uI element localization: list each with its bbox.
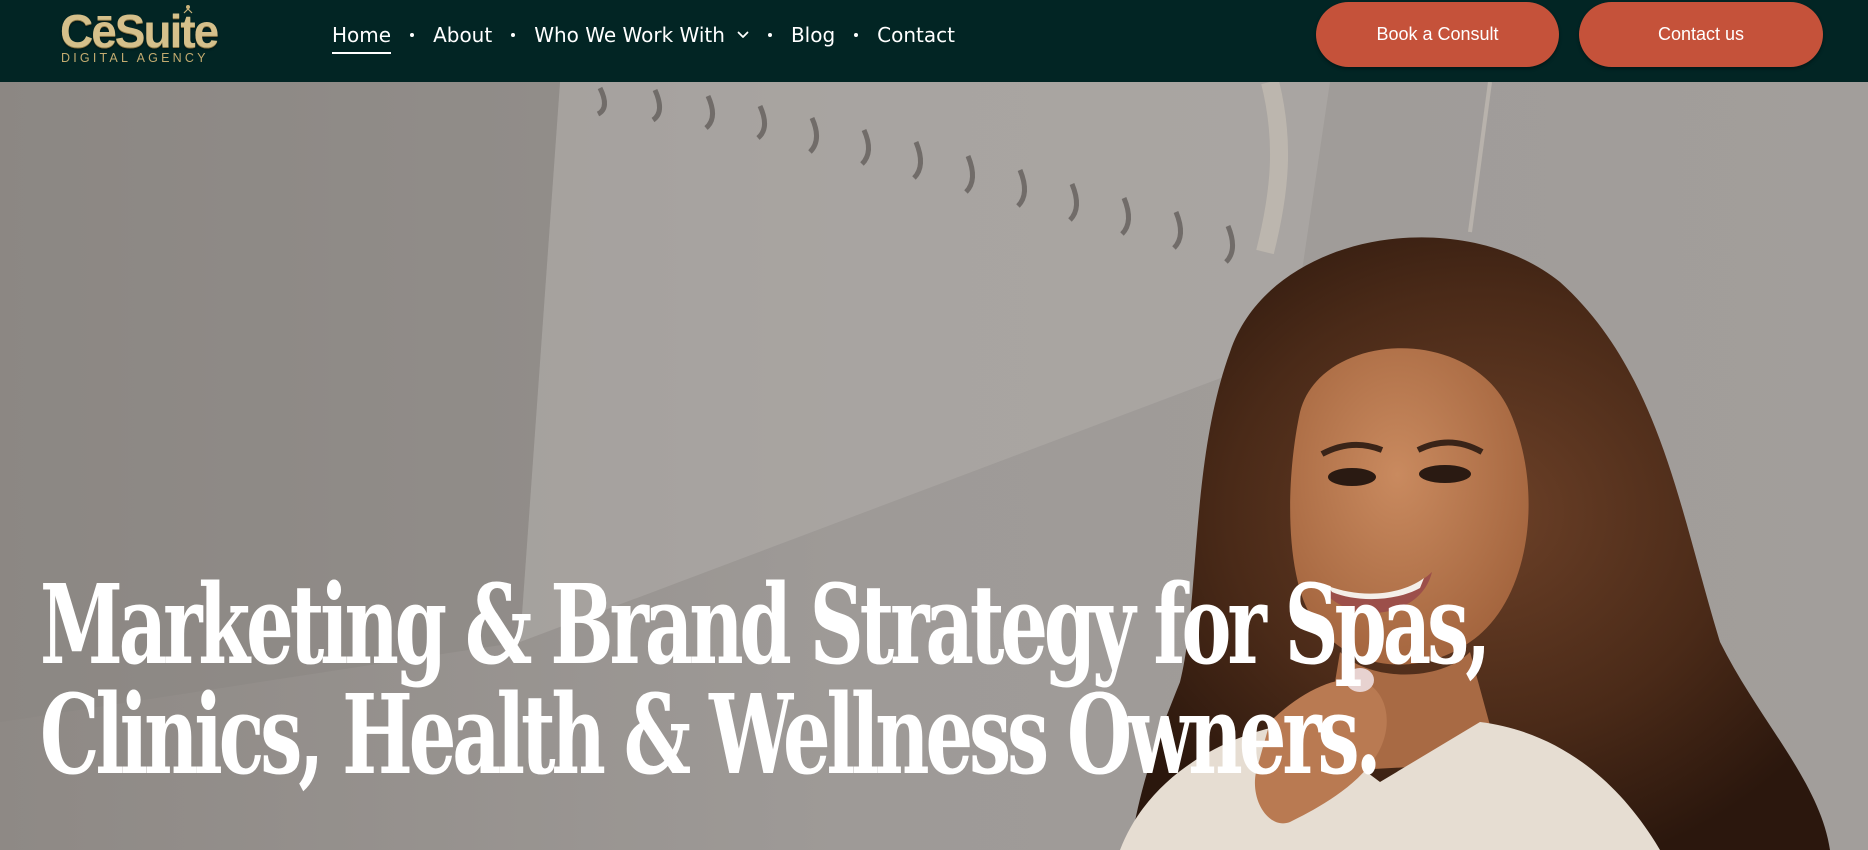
nav-item-who-we-work-with-label: Who We Work With [534,23,725,47]
main-menu: Home About Who We Work With Blog Contact [332,18,955,54]
nav-item-about[interactable]: About [433,18,492,52]
nav-item-home[interactable]: Home [332,18,392,54]
logo-wordmark: CēSuite [60,5,219,57]
book-consult-button[interactable]: Book a Consult [1316,2,1559,67]
menu-separator-dot [410,33,415,37]
hero-section: Marketing & Brand Strategy for Spas, Cli… [0,82,1868,850]
contact-us-button[interactable]: Contact us [1579,2,1823,67]
menu-separator-dot [767,33,772,37]
nav-item-contact[interactable]: Contact [877,18,955,52]
hero-headline-line-1: Marketing & Brand Strategy for Spas, [40,560,1491,689]
hero-headline: Marketing & Brand Strategy for Spas, Cli… [40,560,1491,799]
nav-item-who-we-work-with[interactable]: Who We Work With [534,18,749,52]
logo-tagline: DIGITAL AGENCY [61,51,209,65]
hero-headline-line-2: Clinics, Health & Wellness Owners. [40,670,1382,799]
nav-item-blog[interactable]: Blog [791,18,835,52]
top-navigation-bar: CēSuite DIGITAL AGENCY Home About Who We… [0,0,1868,82]
cesuite-logo[interactable]: CēSuite DIGITAL AGENCY [58,4,244,68]
menu-separator-dot [854,33,859,37]
chevron-down-icon [737,31,749,38]
menu-separator-dot [511,33,516,37]
